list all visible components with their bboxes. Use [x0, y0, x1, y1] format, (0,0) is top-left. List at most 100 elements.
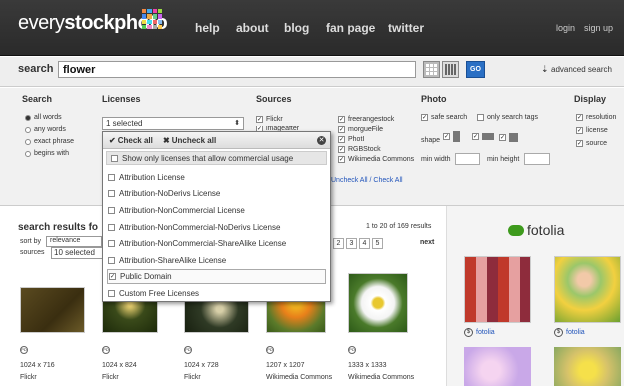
display-source[interactable]: ✓ source: [576, 140, 607, 147]
radio-icon: [25, 126, 31, 133]
source-label: morgueFile: [348, 126, 384, 133]
page-4-link[interactable]: 4: [359, 238, 370, 249]
uncheck-all-label: Uncheck all: [171, 136, 217, 145]
min-width-label: min width: [421, 156, 451, 163]
min-height-input[interactable]: [524, 153, 550, 165]
ad-image-gardener[interactable]: [554, 256, 621, 323]
shape-landscape-option[interactable]: ✓: [472, 133, 494, 140]
page-5-link[interactable]: 5: [372, 238, 383, 249]
results-range: 1 to 20 of 169 results: [366, 223, 432, 230]
license-option-selected[interactable]: ✓ Public Domain: [107, 269, 326, 284]
license-option[interactable]: Attribution-ShareAlike License: [107, 253, 326, 268]
fotolia-logo-icon: [508, 225, 524, 236]
result-source[interactable]: Flickr: [184, 374, 201, 381]
ad-image-purple[interactable]: [464, 347, 531, 386]
license-option[interactable]: Attribution-NonCommercial-NoDerivs Licen…: [107, 220, 326, 235]
search-input[interactable]: [58, 61, 416, 78]
source-photi[interactable]: ✓ PhotI: [338, 136, 364, 143]
ad-image-collage[interactable]: [464, 256, 531, 323]
only-search-tags-checkbox[interactable]: only search tags: [477, 114, 538, 121]
page-2-link[interactable]: 2: [333, 238, 344, 249]
result-thumbnail[interactable]: [20, 287, 85, 333]
source-label: PhotI: [348, 136, 365, 143]
checkmark-icon: ✔: [109, 136, 116, 145]
close-icon[interactable]: ✕: [317, 136, 326, 145]
source-morguefile[interactable]: ✓ morgueFile: [338, 126, 383, 133]
min-width-input[interactable]: [455, 153, 480, 165]
result-resolution: 1024 x 824: [102, 362, 137, 369]
result-source[interactable]: Flickr: [102, 374, 119, 381]
safe-search-checkbox[interactable]: ✓ safe search: [421, 114, 467, 121]
source-flickr[interactable]: ✓ Flickr: [256, 116, 283, 123]
dollar-icon: $: [554, 328, 563, 337]
license-option[interactable]: Attribution-NonCommercial-ShareAlike Lic…: [107, 236, 326, 251]
license-option[interactable]: Attribution-NoDerivs License: [107, 186, 326, 201]
shape-portrait-option[interactable]: ✓: [443, 131, 460, 142]
page-3-link[interactable]: 3: [346, 238, 357, 249]
uncheck-all-link[interactable]: ✖ Uncheck all: [163, 136, 216, 145]
nav-about[interactable]: about: [236, 21, 269, 35]
ad-image-yellow[interactable]: [554, 347, 621, 386]
source-freerangestock[interactable]: ✓ freerangestock: [338, 116, 394, 123]
list-view-button[interactable]: [442, 61, 459, 78]
advanced-search-link[interactable]: advanced search: [551, 65, 612, 74]
option-label: all words: [34, 114, 62, 121]
license-option[interactable]: Custom Free Licenses: [107, 286, 326, 301]
portrait-shape-icon: [453, 131, 460, 142]
result-source[interactable]: Wikimedia Commons: [348, 374, 414, 381]
shape-square-option[interactable]: ✓: [499, 133, 518, 142]
checkbox-icon: ✓: [338, 136, 345, 143]
source-wikimedia[interactable]: ✓ Wikimedia Commons: [338, 156, 414, 163]
radio-icon: [25, 138, 31, 145]
commercial-only-option[interactable]: Show only licenses that allow commercial…: [106, 151, 327, 165]
go-button[interactable]: GO: [466, 61, 485, 78]
license-label: Attribution-NoDerivs License: [119, 189, 221, 198]
uncheck-check-all-sources-link[interactable]: Uncheck All / Check All: [331, 177, 403, 184]
sources-heading: Sources: [256, 94, 292, 104]
square-shape-icon: [509, 133, 518, 142]
grid-view-button[interactable]: [423, 61, 440, 78]
search-option-begins-with[interactable]: begins with: [25, 150, 69, 157]
ad-caption[interactable]: fotolia: [476, 329, 495, 336]
nav-twitter[interactable]: twitter: [388, 21, 424, 35]
option-label: any words: [34, 126, 66, 133]
download-arrow-icon: ⇣: [541, 64, 549, 74]
search-heading: Search: [22, 94, 53, 104]
next-page-link[interactable]: next: [420, 239, 434, 246]
license-option[interactable]: Attribution-NonCommercial License: [107, 203, 326, 218]
check-all-label: Check all: [117, 136, 153, 145]
sources-label: sources: [20, 249, 45, 256]
nav-fan-page[interactable]: fan page: [326, 21, 375, 35]
nav-blog[interactable]: blog: [284, 21, 309, 35]
sort-by-select[interactable]: relevance: [46, 236, 102, 247]
nav-help[interactable]: help: [195, 21, 220, 35]
signup-link[interactable]: sign up: [584, 23, 613, 33]
public-domain-icon: PD: [20, 346, 28, 354]
license-option[interactable]: Attribution License: [107, 170, 326, 185]
checkbox-icon: [108, 257, 115, 264]
results-heading: search results fo: [18, 222, 99, 233]
ad-caption[interactable]: fotolia: [566, 329, 585, 336]
result-thumbnail[interactable]: [348, 273, 408, 333]
licenses-select[interactable]: 1 selected ⬍: [102, 117, 244, 130]
display-license[interactable]: ✓ license: [576, 127, 608, 134]
result-source[interactable]: Flickr: [20, 374, 37, 381]
display-resolution[interactable]: ✓ resolution: [576, 114, 616, 121]
source-label: Flickr: [266, 116, 283, 123]
radio-icon: [25, 150, 31, 157]
search-option-any-words[interactable]: any words: [25, 126, 66, 133]
search-option-all-words[interactable]: all words: [25, 114, 62, 121]
login-link[interactable]: login: [556, 23, 575, 33]
shape-label: shape: [421, 137, 441, 144]
checkbox-icon: ✓: [338, 116, 345, 123]
checkbox-icon: [108, 290, 115, 297]
search-option-exact-phrase[interactable]: exact phrase: [25, 138, 74, 145]
result-source[interactable]: Wikimedia Commons: [266, 374, 332, 381]
sources-select[interactable]: 10 selected: [51, 247, 103, 259]
license-label: Attribution-ShareAlike License: [119, 256, 227, 265]
fotolia-brand[interactable]: fotolia: [527, 222, 564, 238]
source-rgbstock[interactable]: ✓ RGBStock: [338, 146, 381, 153]
check-all-link[interactable]: ✔ Check all: [109, 136, 153, 145]
search-label: search: [18, 63, 54, 75]
display-label: resolution: [586, 114, 617, 121]
